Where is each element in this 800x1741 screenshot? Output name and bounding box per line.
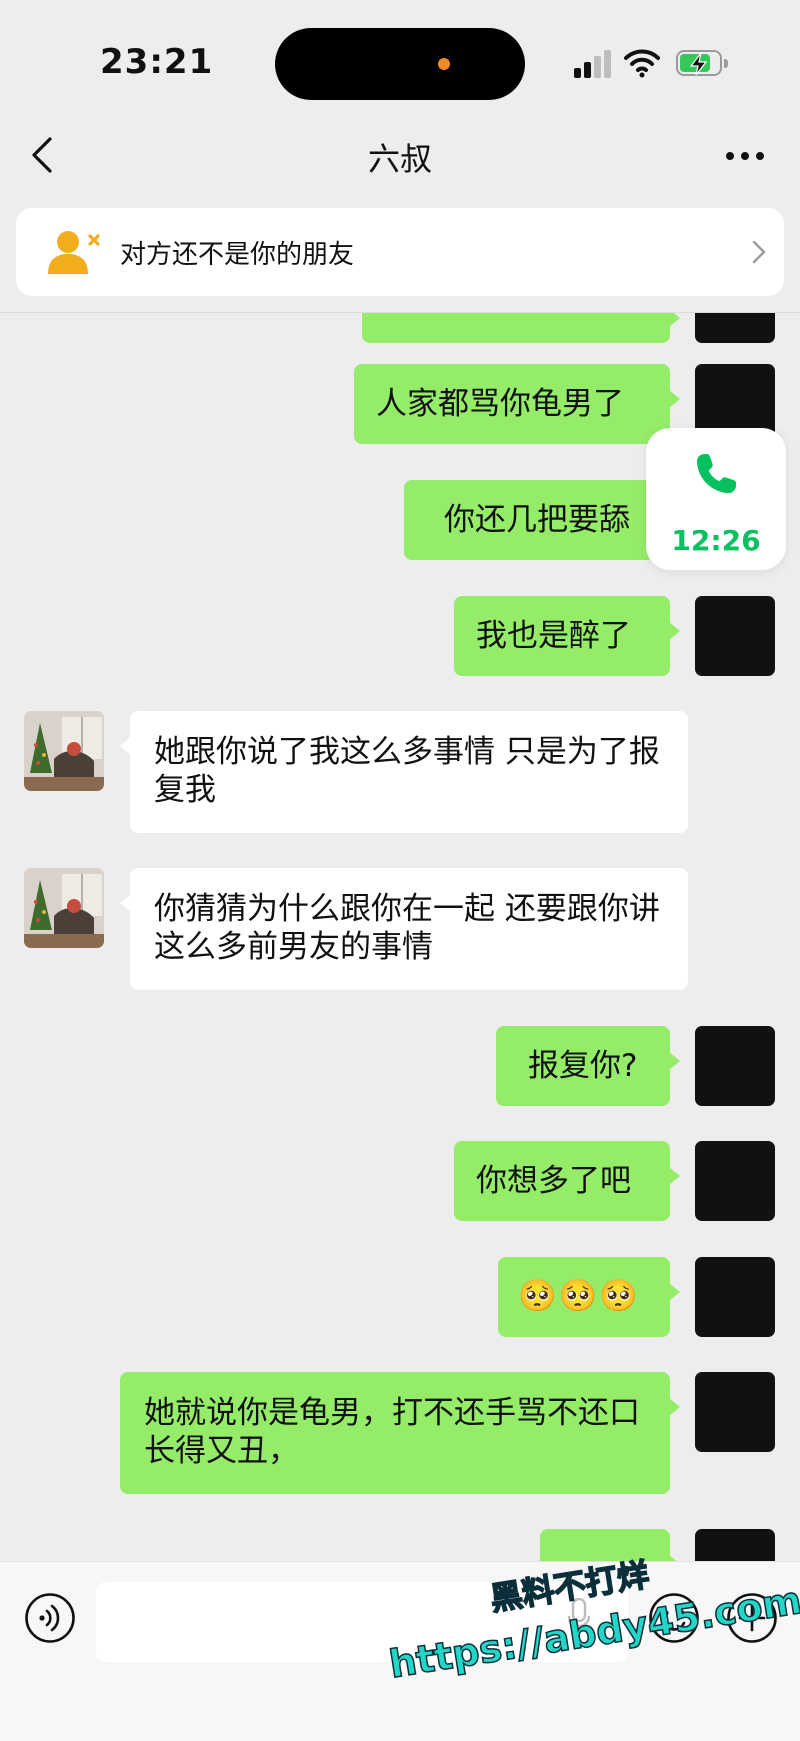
chat-title: 六叔 xyxy=(367,140,432,178)
my-avatar[interactable] xyxy=(695,1372,775,1452)
message-bubble-out[interactable]: 你还几把要舔 xyxy=(404,480,670,560)
phone-icon xyxy=(697,454,736,493)
not-friend-banner[interactable]: 对方还不是你的朋友 xyxy=(16,208,784,296)
more-dots-icon[interactable] xyxy=(726,152,764,162)
call-duration: 12:26 xyxy=(671,524,761,557)
voice-icon[interactable] xyxy=(24,1592,76,1644)
cellular-signal-icon xyxy=(574,50,614,78)
stranger-user-icon xyxy=(48,231,100,274)
my-avatar[interactable] xyxy=(695,1026,775,1106)
message-bubble-in[interactable]: 她跟你说了我这么多事情 只是为了报复我 xyxy=(120,711,688,833)
dynamic-island xyxy=(275,28,525,100)
message-bubble-out[interactable]: 人家都骂你龟男了 xyxy=(354,364,680,444)
wifi-icon xyxy=(624,49,660,78)
message-bubble-in[interactable]: 你猜猜为什么跟你在一起 还要跟你讲这么多前男友的事情 xyxy=(120,868,688,990)
my-avatar[interactable] xyxy=(695,596,775,676)
status-time: 23:21 xyxy=(100,42,214,82)
message-bubble-out[interactable] xyxy=(362,313,680,343)
my-avatar[interactable] xyxy=(695,1141,775,1221)
battery-icon xyxy=(676,50,730,78)
status-bar: 23:21 xyxy=(0,0,800,120)
message-bubble-out[interactable]: 报复你? xyxy=(496,1026,680,1106)
floating-call-widget[interactable]: 12:26 xyxy=(646,428,786,570)
chevron-right-icon xyxy=(752,240,766,264)
contact-avatar[interactable] xyxy=(24,711,104,791)
message-bubble-out[interactable]: 🥺🥺🥺 xyxy=(498,1257,680,1337)
banner-text: 对方还不是你的朋友 xyxy=(120,240,355,270)
contact-photo xyxy=(24,711,104,791)
message-bubble-out[interactable]: 我也是醉了 xyxy=(454,596,680,676)
camera-indicator-dot xyxy=(438,58,450,70)
message-bubble-out[interactable]: 你想多了吧 xyxy=(454,1141,680,1221)
chat-header: 六叔 xyxy=(0,120,800,190)
message-bubble-out[interactable]: 她就说你是龟男，打不还手骂不还口长得又丑， xyxy=(120,1372,680,1494)
contact-avatar[interactable] xyxy=(24,868,104,948)
my-avatar[interactable] xyxy=(695,1257,775,1337)
my-avatar[interactable] xyxy=(695,313,775,343)
contact-photo xyxy=(24,868,104,948)
